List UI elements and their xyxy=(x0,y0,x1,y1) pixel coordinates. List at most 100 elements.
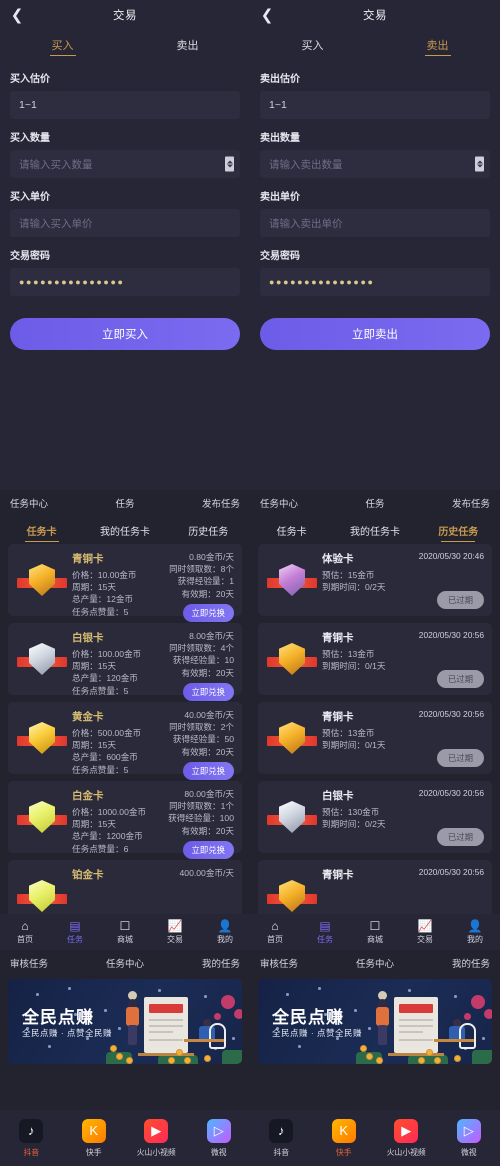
review-top-item-1[interactable]: 任务中心 xyxy=(87,956,164,970)
expired-badge[interactable]: 已过期 xyxy=(436,749,484,767)
card-stat-line: 有效期：20天 xyxy=(181,746,234,757)
quantity-stepper[interactable] xyxy=(475,156,484,172)
chevron-left-icon[interactable]: ❮ xyxy=(10,6,24,24)
review-top-item-2[interactable]: 我的任务 xyxy=(413,956,490,970)
task-tab-1[interactable]: 我的任务卡 xyxy=(333,516,416,544)
task-card[interactable]: 青铜卡 预估：13金币 到期时间：0/1天 2020/05/30 20:56 已过期 xyxy=(258,702,492,774)
task-top-item-0[interactable]: 任务中心 xyxy=(260,496,337,510)
star-decor-icon xyxy=(482,1037,485,1040)
expired-badge[interactable]: 已过期 xyxy=(436,670,484,688)
review-top-item-0[interactable]: 审核任务 xyxy=(10,956,87,970)
field-input-0[interactable]: 1~1 xyxy=(10,91,240,119)
presentation-board xyxy=(144,997,188,1053)
tabbar-item-task-list[interactable]: ▤ 任务 xyxy=(50,920,100,945)
task-top-item-1[interactable]: 任务 xyxy=(337,496,414,510)
redeem-button[interactable]: 立即兑换 xyxy=(182,761,234,780)
task-tab-0[interactable]: 任务卡 xyxy=(250,516,333,544)
review-top-item-1[interactable]: 任务中心 xyxy=(337,956,414,970)
silver-shield-icon xyxy=(17,640,67,678)
field-input-2[interactable]: 请输入卖出单价 xyxy=(260,209,490,237)
redeem-button[interactable]: 立即兑换 xyxy=(182,603,234,622)
field-input-2[interactable]: 请输入买入单价 xyxy=(10,209,240,237)
page-title: 交易 xyxy=(113,10,137,22)
app-item-weishi[interactable]: ▷ 微视 xyxy=(188,1118,251,1158)
redeem-button[interactable]: 立即兑换 xyxy=(182,682,234,701)
task-card[interactable]: 体验卡 预估：15金币 到期时间：0/2天 2020/05/30 20:46 已过期 xyxy=(258,544,492,616)
redeem-button[interactable]: 立即兑换 xyxy=(182,840,234,859)
task-tab-2[interactable]: 历史任务 xyxy=(167,516,250,544)
card-date: 2020/05/30 20:46 xyxy=(418,551,484,561)
tabbar-item-shop-bag[interactable]: ☐ 商城 xyxy=(100,920,150,945)
task-card[interactable]: 白银卡 价格：100.00金币 周期：15天 总产量：120金币 任务点赞量：5 8.00… xyxy=(8,623,242,701)
star-decor-icon xyxy=(68,987,71,990)
bronze-shield-icon xyxy=(17,561,67,599)
tabbar-item-trend-chart[interactable]: 📈 交易 xyxy=(150,920,200,945)
tabbar-item-trend-chart[interactable]: 📈 交易 xyxy=(400,920,450,945)
task-top-item-2[interactable]: 发布任务 xyxy=(413,496,490,510)
task-tab-1[interactable]: 我的任务卡 xyxy=(83,516,166,544)
password-value: ●●●●●●●●●●●●●●● xyxy=(269,277,375,287)
task-top-item-1[interactable]: 任务 xyxy=(87,496,164,510)
tabbar-item-user-profile[interactable]: 👤 我的 xyxy=(450,920,500,945)
coin-decor-icon xyxy=(116,1053,123,1060)
card-details: 青铜卡 预估：13金币 到期时间：0/1天 xyxy=(318,630,402,688)
review-top-item-2[interactable]: 我的任务 xyxy=(163,956,240,970)
promo-banner[interactable]: 全民点赚 全民点赚 · 点赞全民赚 xyxy=(258,979,492,1064)
form-field: 买入估价 1~1 xyxy=(0,70,250,119)
trade-tabs: 买入 卖出 xyxy=(250,30,500,60)
desk-decor xyxy=(184,1039,224,1042)
card-date: 2020/05/30 20:56 xyxy=(418,788,484,798)
tabbar-item-home[interactable]: ⌂ 首页 xyxy=(250,920,300,945)
task-tab-0[interactable]: 任务卡 xyxy=(0,516,83,544)
chevron-left-icon[interactable]: ❮ xyxy=(260,6,274,24)
app-item-douyin[interactable]: ♪ 抖音 xyxy=(0,1118,63,1158)
app-item-douyin[interactable]: ♪ 抖音 xyxy=(250,1118,313,1158)
tabbar-item-shop-bag[interactable]: ☐ 商城 xyxy=(350,920,400,945)
coin-decor-icon xyxy=(434,1057,441,1064)
tabbar-label: 商城 xyxy=(117,934,133,944)
task-card[interactable]: 青铜卡 预估：13金币 到期时间：0/1天 2020/05/30 20:56 已过期 xyxy=(258,623,492,695)
tabbar-item-user-profile[interactable]: 👤 我的 xyxy=(200,920,250,945)
card-stat-line: 有效期：20天 xyxy=(181,667,234,678)
expired-badge[interactable]: 已过期 xyxy=(436,828,484,846)
task-top-item-0[interactable]: 任务中心 xyxy=(10,496,87,510)
chair-decor xyxy=(459,1023,476,1049)
card-details: 白银卡 预估：130金币 到期时间：0/2天 xyxy=(318,788,402,846)
field-input-0[interactable]: 1~1 xyxy=(260,91,490,119)
field-input-3[interactable]: ●●●●●●●●●●●●●●● xyxy=(10,268,240,296)
task-card[interactable]: 青铜卡 价格：10.00金币 周期：15天 总产量：12金币 任务点赞量：5 0.80金币… xyxy=(8,544,242,622)
field-input-3[interactable]: ●●●●●●●●●●●●●●● xyxy=(260,268,490,296)
field-input-1[interactable]: 请输入卖出数量 xyxy=(260,150,490,178)
review-top-item-0[interactable]: 审核任务 xyxy=(260,956,337,970)
tab-sell[interactable]: 卖出 xyxy=(125,30,250,60)
field-label: 交易密码 xyxy=(10,251,50,262)
quantity-stepper[interactable] xyxy=(225,156,234,172)
tabbar-item-home[interactable]: ⌂ 首页 xyxy=(0,920,50,945)
task-card[interactable]: 白银卡 预估：130金币 到期时间：0/2天 2020/05/30 20:56 已过期 xyxy=(258,781,492,853)
card-stat-line: 获得经验量：10 xyxy=(172,655,234,666)
field-input-1[interactable]: 请输入买入数量 xyxy=(10,150,240,178)
promo-banner[interactable]: 全民点赚 全民点赚 · 点赞全民赚 xyxy=(8,979,242,1064)
submit-button[interactable]: 立即卖出 xyxy=(260,318,490,350)
page-title: 交易 xyxy=(363,10,387,22)
submit-button[interactable]: 立即买入 xyxy=(10,318,240,350)
tab-sell[interactable]: 卖出 xyxy=(375,30,500,60)
card-title: 白银卡 xyxy=(72,632,104,644)
task-top-item-2[interactable]: 发布任务 xyxy=(163,496,240,510)
app-item-huoshan[interactable]: ▶ 火山小视频 xyxy=(125,1118,188,1158)
app-item-weishi[interactable]: ▷ 微视 xyxy=(438,1118,500,1158)
task-card[interactable]: 黄金卡 价格：500.00金币 周期：15天 总产量：600金币 任务点赞量：5 40.0… xyxy=(8,702,242,780)
app-item-huoshan[interactable]: ▶ 火山小视频 xyxy=(375,1118,438,1158)
app-item-kuaishou[interactable]: K 快手 xyxy=(313,1118,376,1158)
expired-badge[interactable]: 已过期 xyxy=(436,591,484,609)
task-top-nav: 任务中心 任务 发布任务 xyxy=(250,490,500,516)
task-card[interactable]: 白金卡 价格：1000.00金币 周期：15天 总产量：1200金币 任务点赞量：6 80… xyxy=(8,781,242,859)
bush-decor xyxy=(472,1050,492,1064)
card-info-line: 总产量：12金币 xyxy=(72,594,134,605)
card-title: 青铜卡 xyxy=(322,869,354,881)
tab-buy[interactable]: 买入 xyxy=(250,30,375,60)
task-tab-2[interactable]: 历史任务 xyxy=(417,516,500,544)
app-item-kuaishou[interactable]: K 快手 xyxy=(63,1118,126,1158)
tab-buy[interactable]: 买入 xyxy=(0,30,125,60)
tabbar-item-task-list[interactable]: ▤ 任务 xyxy=(300,920,350,945)
